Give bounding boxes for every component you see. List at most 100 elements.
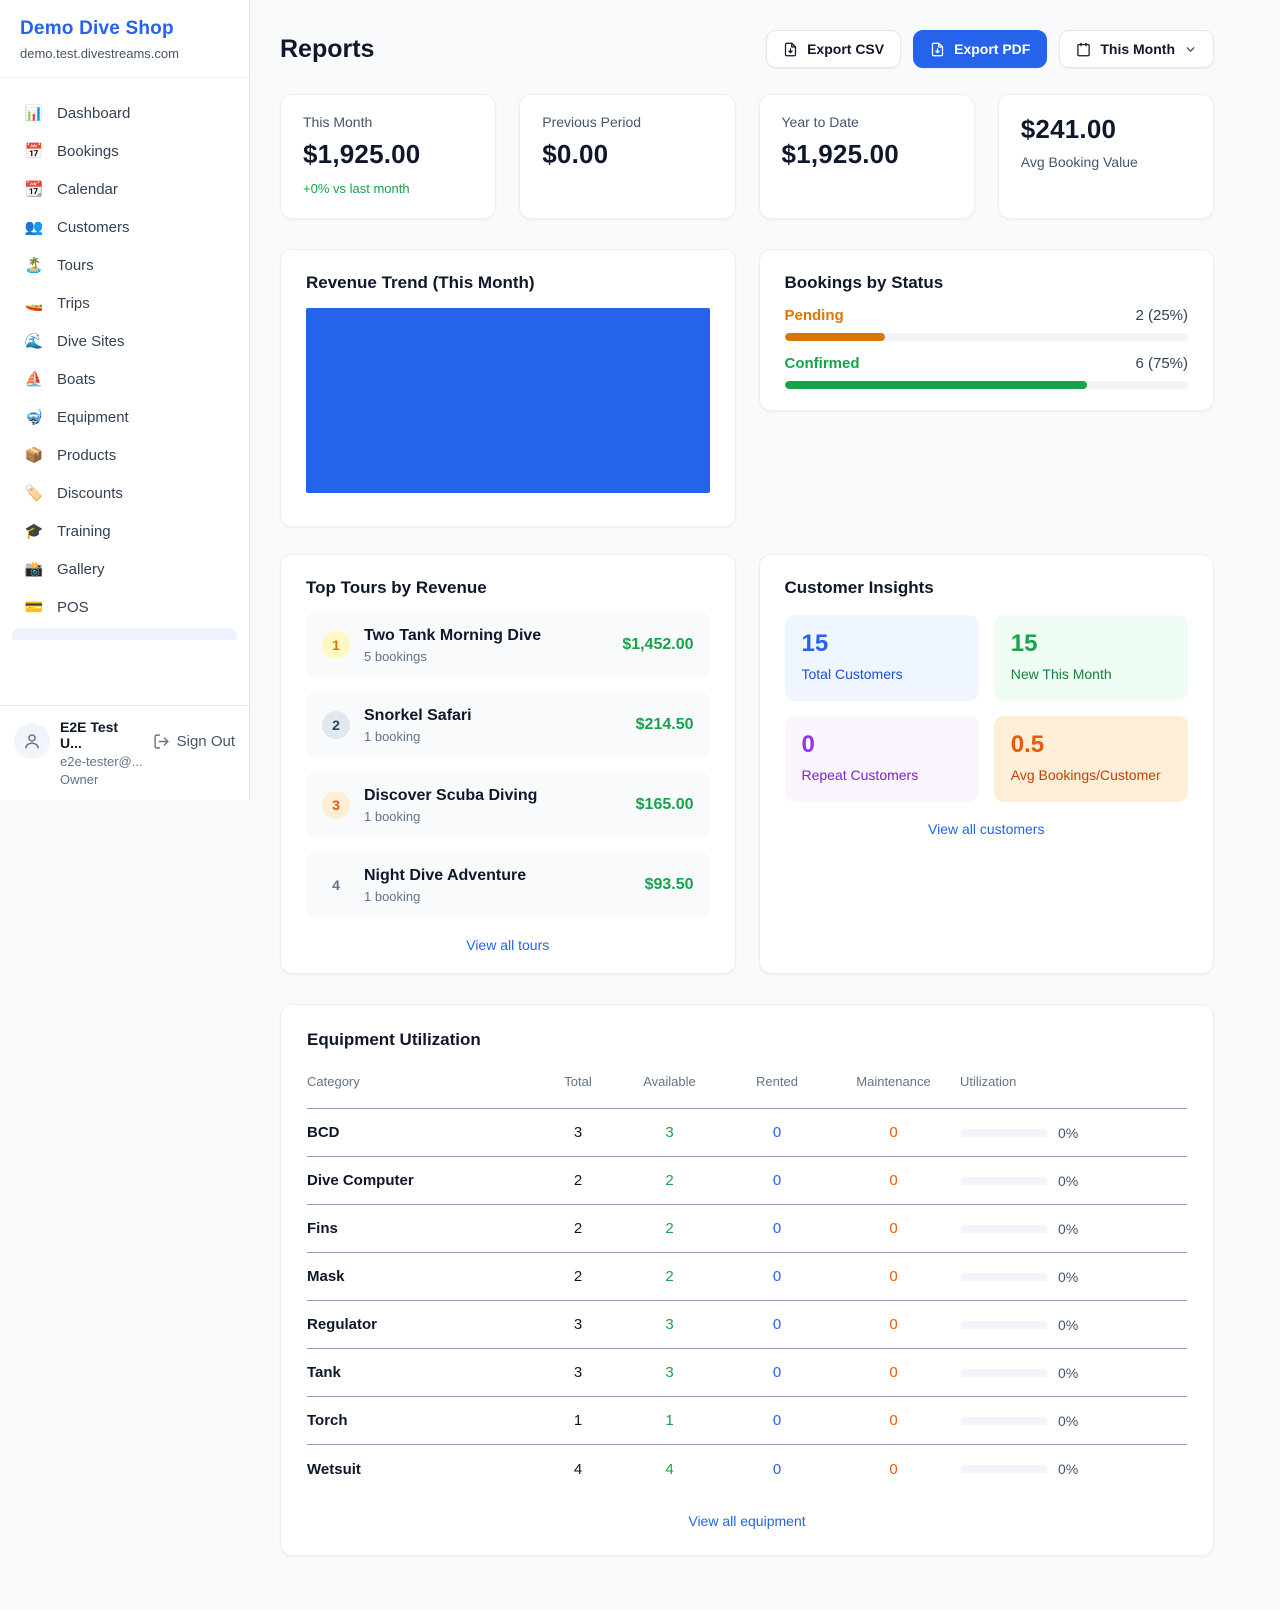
sidebar-item-products[interactable]: 📦 Products [12,436,237,474]
period-select[interactable]: This Month [1059,30,1214,68]
tile-label: Avg Bookings/Customer [1011,767,1171,783]
cell-utilization: 0% [956,1365,1187,1381]
sign-out-icon [153,733,170,750]
sidebar-item-label: Trips [57,295,90,312]
cell-available: 2 [616,1220,723,1237]
cell-maintenance: 0 [831,1124,956,1141]
shop-subdomain: demo.test.divestreams.com [20,46,229,61]
stat-value: $1,925.00 [782,139,952,170]
column-header-total: Total [540,1074,616,1103]
revenue-trend-bar [306,308,710,493]
sidebar-item-tours[interactable]: 🏝️ Tours [12,246,237,284]
cell-total: 2 [540,1172,616,1189]
sidebar-item-label: Gallery [57,561,105,578]
cell-maintenance: 0 [831,1220,956,1237]
export-pdf-label: Export PDF [954,41,1030,57]
stat-value: $1,925.00 [303,139,473,170]
sidebar-item-bookings[interactable]: 📅 Bookings [12,132,237,170]
tour-revenue: $1,452.00 [622,636,693,654]
view-all-customers-link[interactable]: View all customers [785,821,1189,837]
user-email: e2e-tester@... [60,754,143,769]
sidebar-item-trips[interactable]: 🚤 Trips [12,284,237,322]
cell-rented: 0 [723,1461,831,1478]
customer-insights-card: Customer Insights 15 Total Customers 15 … [759,554,1215,974]
revenue-trend-card: Revenue Trend (This Month) [280,249,736,527]
view-all-tours-link[interactable]: View all tours [306,937,710,953]
sidebar-nav: 📊 Dashboard 📅 Bookings 📆 Calendar 👥 Cust… [0,78,249,705]
status-value-pending: 2 (25%) [1135,307,1188,324]
bookings-calendar-icon: 📅 [24,142,44,160]
tour-row: 3 Discover Scuba Diving 1 booking $165.0… [306,772,710,838]
top-tours-title: Top Tours by Revenue [306,578,710,598]
page-title: Reports [280,35,374,64]
status-bar-fill-confirmed [785,381,1088,389]
tag-icon: 🏷️ [24,484,44,502]
export-pdf-button[interactable]: Export PDF [913,30,1047,68]
tile-value: 0.5 [1011,731,1171,759]
stat-label: Year to Date [782,114,952,130]
stat-card-avg-booking-value: $241.00 Avg Booking Value [998,94,1214,219]
document-icon [930,42,945,57]
sidebar-item-customers[interactable]: 👥 Customers [12,208,237,246]
cell-total: 3 [540,1124,616,1141]
shop-name: Demo Dive Shop [20,18,229,40]
utilization-bar-track [960,1417,1048,1425]
equipment-utilization-card: Equipment Utilization Category Total Ava… [280,1004,1214,1556]
tour-revenue: $165.00 [636,796,694,814]
calendar-icon: 📆 [24,180,44,198]
export-csv-label: Export CSV [807,41,884,57]
status-row-confirmed: Confirmed 6 (75%) [785,355,1189,372]
table-row: Mask 2 2 0 0 0% [307,1253,1187,1301]
sidebar-item-dive-sites[interactable]: 🌊 Dive Sites [12,322,237,360]
sidebar-item-label: Dashboard [57,105,130,122]
diving-mask-icon: 🤿 [24,408,44,426]
stat-label: This Month [303,114,473,130]
cell-rented: 0 [723,1172,831,1189]
tile-total-customers: 15 Total Customers [785,615,979,701]
sidebar-item-gallery[interactable]: 📸 Gallery [12,550,237,588]
cell-utilization: 0% [956,1413,1187,1429]
rank-badge: 3 [322,791,350,819]
cell-maintenance: 0 [831,1172,956,1189]
tour-info: Snorkel Safari 1 booking [364,707,472,744]
credit-card-icon: 💳 [24,598,44,616]
stat-card-year-to-date: Year to Date $1,925.00 [759,94,975,219]
sidebar-item-label: Equipment [57,409,129,426]
sidebar-item-pos[interactable]: 💳 POS [12,588,237,626]
sidebar-item-dashboard[interactable]: 📊 Dashboard [12,94,237,132]
status-bar-fill-pending [785,333,886,341]
chevron-down-icon [1184,43,1197,56]
sidebar-item-calendar[interactable]: 📆 Calendar [12,170,237,208]
sidebar-item-boats[interactable]: ⛵ Boats [12,360,237,398]
cell-available: 1 [616,1412,723,1429]
export-csv-button[interactable]: Export CSV [766,30,901,68]
stat-delta: +0% vs last month [303,181,473,196]
cell-available: 3 [616,1124,723,1141]
sidebar-item-equipment[interactable]: 🤿 Equipment [12,398,237,436]
sidebar-item-discounts[interactable]: 🏷️ Discounts [12,474,237,512]
cell-total: 2 [540,1220,616,1237]
sign-out-button[interactable]: Sign Out [153,733,235,750]
cell-maintenance: 0 [831,1268,956,1285]
bookings-by-status-title: Bookings by Status [785,273,1189,293]
sidebar: Demo Dive Shop demo.test.divestreams.com… [0,0,250,800]
tile-value: 15 [802,630,962,658]
cell-utilization: 0% [956,1173,1187,1189]
sidebar-item-training[interactable]: 🎓 Training [12,512,237,550]
column-header-utilization: Utilization [956,1074,1187,1103]
stats-row: This Month $1,925.00 +0% vs last month P… [280,94,1214,219]
utilization-percent: 0% [1058,1365,1078,1381]
cell-utilization: 0% [956,1125,1187,1141]
cell-total: 3 [540,1364,616,1381]
status-bar-track [785,333,1189,341]
cell-total: 3 [540,1316,616,1333]
cell-available: 3 [616,1316,723,1333]
cell-total: 2 [540,1268,616,1285]
tile-label: Repeat Customers [802,767,962,783]
sidebar-item-reports[interactable] [12,628,237,640]
sidebar-item-label: Products [57,447,116,464]
view-all-equipment-link[interactable]: View all equipment [307,1513,1187,1529]
utilization-percent: 0% [1058,1317,1078,1333]
sidebar-item-label: Tours [57,257,94,274]
sidebar-user-footer: E2E Test U... e2e-tester@... Owner Sign … [0,705,249,800]
